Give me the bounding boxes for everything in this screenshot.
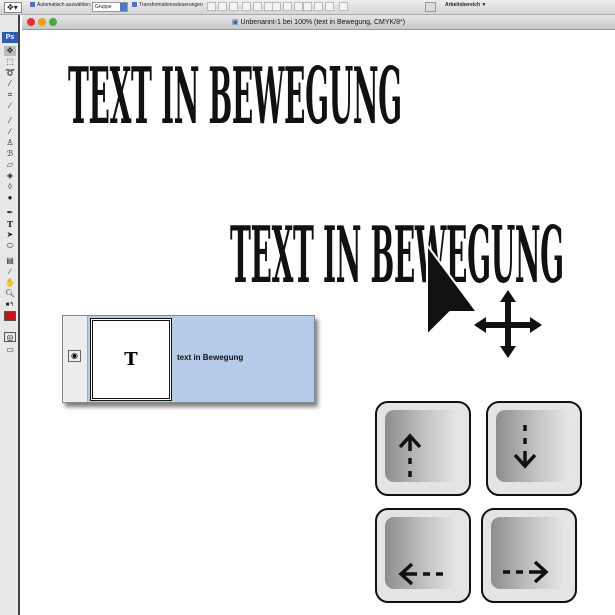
notes-tool-icon[interactable]: ▤ bbox=[4, 256, 16, 266]
layer-name[interactable]: text in Bewegung bbox=[177, 353, 243, 362]
document-title: Unbenannt-1 bei 100% (text in Bewegung, … bbox=[240, 19, 406, 26]
shape-tool-icon[interactable]: ⬭ bbox=[4, 241, 16, 251]
default-colors-icon[interactable]: ■↰ bbox=[4, 300, 16, 310]
eyedropper-tool-icon[interactable]: ∕ bbox=[4, 267, 16, 277]
document-title-bar: ▣ Unbenannt-1 bei 100% (text in Bewegung… bbox=[22, 15, 615, 30]
arrow-right-icon bbox=[503, 560, 549, 584]
clone-stamp-tool-icon[interactable]: ♙ bbox=[4, 138, 16, 148]
layer-thumbnail: T bbox=[90, 318, 172, 401]
minimize-button[interactable] bbox=[38, 18, 46, 26]
options-bar: ✥▾ Automatisch auswählen: Gruppe Transfo… bbox=[0, 0, 615, 15]
transform-controls-label: Transformationssteuerungen bbox=[139, 2, 203, 8]
distribute-bottom-button[interactable] bbox=[294, 2, 303, 11]
auto-select-value: Gruppe bbox=[95, 4, 112, 10]
zoom-tool-icon[interactable]: 🔍︎ bbox=[4, 289, 16, 299]
arrow-down-icon bbox=[513, 425, 537, 469]
arrow-key-left[interactable] bbox=[375, 508, 471, 603]
crop-tool-icon[interactable]: ⌗ bbox=[4, 90, 16, 100]
hand-tool-icon[interactable]: ✋ bbox=[4, 278, 16, 288]
bridge-icon[interactable] bbox=[425, 2, 436, 12]
align-center-button[interactable] bbox=[253, 2, 262, 11]
distribute-center-button[interactable] bbox=[314, 2, 323, 11]
brush-tool-icon[interactable]: ∕ bbox=[4, 127, 16, 137]
move-cursor-icon bbox=[426, 241, 542, 358]
zoom-button[interactable] bbox=[49, 18, 57, 26]
distribute-top-button[interactable] bbox=[272, 2, 281, 11]
magic-wand-tool-icon[interactable]: ⁄ bbox=[4, 79, 16, 89]
pen-tool-icon[interactable]: ✒ bbox=[4, 208, 16, 218]
visibility-column: ◉ bbox=[63, 316, 88, 402]
workspace-menu[interactable]: Arbeitsbereich ▼ bbox=[445, 2, 486, 8]
eye-icon[interactable]: ◉ bbox=[68, 350, 81, 362]
align-bottom-button[interactable] bbox=[229, 2, 238, 11]
auto-select-checkbox[interactable]: Automatisch auswählen: bbox=[30, 2, 91, 8]
screen-mode-icon[interactable]: ▭ bbox=[4, 345, 16, 355]
auto-select-label: Automatisch auswählen: bbox=[37, 2, 92, 8]
arrow-up-icon bbox=[398, 433, 422, 477]
move-tool-preset[interactable]: ✥▾ bbox=[4, 2, 22, 13]
tools-panel: Ps ✥ ⬚ ➰ ⁄ ⌗ ∕ ⁄ ∕ ♙ ℬ ▱ ◈ ◊ ● ✒ T ➤ ⬭ ▤… bbox=[0, 15, 20, 615]
align-left-button[interactable] bbox=[242, 2, 251, 11]
quick-mask-icon[interactable]: ◎ bbox=[4, 332, 16, 342]
blur-tool-icon[interactable]: ◊ bbox=[4, 182, 16, 192]
close-button[interactable] bbox=[27, 18, 35, 26]
move-tool-icon[interactable]: ✥ bbox=[4, 46, 16, 56]
arrow-key-right[interactable] bbox=[481, 508, 577, 603]
healing-brush-tool-icon[interactable]: ⁄ bbox=[4, 116, 16, 126]
eraser-tool-icon[interactable]: ▱ bbox=[4, 160, 16, 170]
arrow-left-icon bbox=[398, 562, 443, 586]
foreground-color-swatch[interactable] bbox=[4, 311, 16, 321]
lasso-tool-icon[interactable]: ➰ bbox=[4, 68, 16, 78]
canvas-text-original[interactable]: TEXT IN BEWEGUNG bbox=[68, 58, 402, 136]
distribute-middle-button[interactable] bbox=[283, 2, 292, 11]
marquee-tool-icon[interactable]: ⬚ bbox=[4, 57, 16, 67]
dodge-tool-icon[interactable]: ● bbox=[4, 193, 16, 203]
distribute-right-button[interactable] bbox=[325, 2, 334, 11]
type-tool-icon[interactable]: T bbox=[4, 219, 16, 229]
ps-logo: Ps bbox=[2, 32, 18, 43]
slice-tool-icon[interactable]: ∕ bbox=[4, 101, 16, 111]
layer-row-text-in-bewegung[interactable]: ◉ T text in Bewegung bbox=[62, 315, 315, 403]
transform-controls-checkbox[interactable]: Transformationssteuerungen bbox=[132, 2, 203, 8]
arrow-key-up[interactable] bbox=[375, 401, 471, 496]
distribute-left-button[interactable] bbox=[303, 2, 312, 11]
align-top-button[interactable] bbox=[207, 2, 216, 11]
auto-align-button[interactable] bbox=[339, 2, 348, 11]
path-selection-tool-icon[interactable]: ➤ bbox=[4, 230, 16, 240]
history-brush-tool-icon[interactable]: ℬ bbox=[4, 149, 16, 159]
paint-bucket-tool-icon[interactable]: ◈ bbox=[4, 171, 16, 181]
arrow-key-down[interactable] bbox=[486, 401, 582, 496]
auto-select-dropdown[interactable]: Gruppe bbox=[92, 2, 128, 12]
align-middle-button[interactable] bbox=[218, 2, 227, 11]
